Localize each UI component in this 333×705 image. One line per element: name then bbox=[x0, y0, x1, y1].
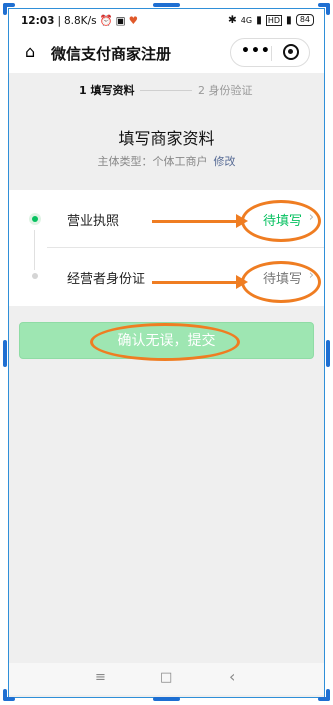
selection-handle bbox=[326, 689, 330, 701]
network-speed: 8.8K/s bbox=[63, 14, 97, 27]
selection-handle bbox=[3, 3, 7, 15]
selection-handle bbox=[3, 340, 7, 367]
section-title: 填写商家资料 bbox=[118, 129, 215, 148]
capsule-divider bbox=[271, 46, 272, 61]
page-title: 微信支付商家注册 bbox=[51, 45, 172, 63]
item-label: 营业执照 bbox=[67, 214, 120, 229]
signal-icon: ▮ bbox=[286, 14, 292, 26]
alarm-icon: ⏰ bbox=[99, 15, 113, 27]
annotation-arrow bbox=[152, 220, 238, 223]
mini-program-header: ⌂ 微信支付商家注册 ••• bbox=[9, 33, 324, 73]
selection-handle bbox=[326, 3, 330, 15]
status-separator: | bbox=[57, 14, 61, 27]
step-connector bbox=[140, 90, 192, 91]
selection-handle bbox=[3, 689, 7, 701]
close-mini-program-icon[interactable] bbox=[283, 44, 299, 60]
bluetooth-icon: ✱ bbox=[227, 14, 237, 26]
annotation-arrow bbox=[152, 281, 238, 284]
annotation-arrowhead bbox=[236, 214, 248, 228]
more-menu-icon[interactable]: ••• bbox=[241, 43, 271, 59]
item-label: 经营者身份证 bbox=[67, 272, 146, 287]
pending-step-dot-icon bbox=[32, 273, 38, 279]
heart-icon: ♥ bbox=[128, 14, 138, 27]
signal-label: 4G bbox=[240, 15, 253, 25]
selection-handle bbox=[153, 697, 180, 701]
hd-icon: HD bbox=[265, 14, 283, 26]
capsule-menu: ••• bbox=[230, 38, 310, 67]
message-icon: ▣ bbox=[115, 14, 126, 27]
step-2-label: 2 身份验证 bbox=[198, 84, 253, 97]
subject-type-line: 主体类型：个体工商户 修改 bbox=[0, 153, 333, 169]
system-navigation-bar: ≡ □ ‹ bbox=[9, 663, 324, 695]
edit-subject-link[interactable]: 修改 bbox=[214, 155, 236, 168]
signal-icon: ▮ bbox=[256, 14, 262, 26]
active-step-dot-icon bbox=[29, 213, 41, 225]
selection-handle bbox=[326, 340, 330, 367]
annotation-circle bbox=[241, 200, 321, 242]
back-nav-icon[interactable]: ‹ bbox=[229, 667, 235, 686]
home-icon[interactable]: ⌂ bbox=[25, 42, 35, 61]
annotation-circle bbox=[90, 323, 240, 361]
clock: 12:03 bbox=[21, 14, 55, 27]
menu-nav-icon[interactable]: ≡ bbox=[95, 670, 106, 685]
selection-handle bbox=[153, 3, 180, 7]
status-bar: 12:03 | 8.8K/s ⏰ ▣ ♥ ✱ 4G ▮ HD ▮ 84 bbox=[9, 9, 324, 33]
annotation-arrowhead bbox=[236, 275, 248, 289]
step-1-label: 1 填写资料 bbox=[79, 84, 135, 97]
battery-indicator: 84 bbox=[295, 14, 314, 26]
annotation-circle bbox=[241, 261, 321, 303]
step-indicator: 1 填写资料 2 身份验证 bbox=[0, 82, 333, 100]
subject-type: 主体类型：个体工商户 bbox=[97, 155, 208, 168]
home-nav-icon[interactable]: □ bbox=[160, 670, 172, 685]
